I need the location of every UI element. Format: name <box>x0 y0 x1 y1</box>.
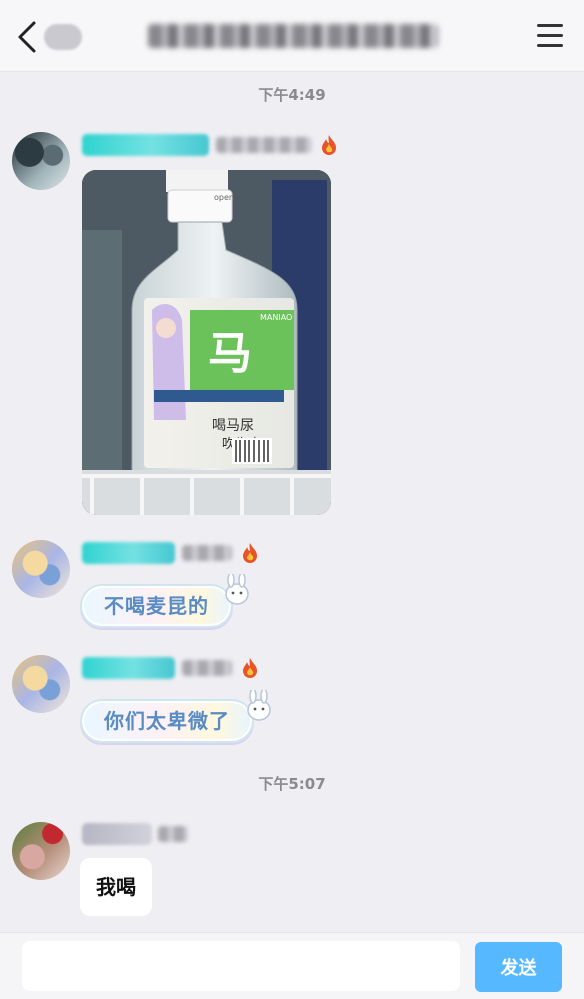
sender-name <box>158 826 188 842</box>
svg-text:MANIAO: MANIAO <box>260 313 292 322</box>
fire-icon <box>243 543 257 563</box>
bunny-icon <box>247 690 271 721</box>
fire-icon <box>243 658 257 678</box>
back-icon[interactable] <box>14 20 40 54</box>
svg-text:open: open <box>214 193 234 202</box>
fire-icon <box>322 135 336 155</box>
message-bubble[interactable]: 我喝 <box>80 858 152 916</box>
bottle-photo: open 马 MANIAO 喝马尿 吹牛皮 <box>82 170 331 515</box>
svg-text:马: 马 <box>208 328 252 379</box>
timestamp: 下午5:07 <box>258 775 326 793</box>
avatar[interactable] <box>12 655 70 713</box>
avatar[interactable] <box>12 132 70 190</box>
unread-count-badge[interactable] <box>44 24 82 50</box>
member-title-badge <box>82 823 152 845</box>
message-bubble[interactable]: 不喝麦昆的 <box>80 584 233 628</box>
chat-title <box>148 24 438 48</box>
avatar[interactable] <box>12 540 70 598</box>
menu-icon[interactable] <box>537 24 563 48</box>
chat-header <box>0 0 584 72</box>
timestamp: 下午4:49 <box>258 86 326 104</box>
message-input[interactable] <box>22 941 460 991</box>
svg-text:喝马尿: 喝马尿 <box>212 418 254 434</box>
sender-name <box>216 137 312 153</box>
member-title-badge <box>82 542 175 564</box>
image-message[interactable]: open 马 MANIAO 喝马尿 吹牛皮 <box>82 170 331 515</box>
bunny-icon <box>225 574 249 605</box>
send-button[interactable]: 发送 <box>475 942 562 992</box>
avatar[interactable] <box>12 822 70 880</box>
message-bubble[interactable]: 你们太卑微了 <box>80 699 254 743</box>
member-title-badge <box>82 134 209 156</box>
member-title-badge <box>82 657 175 679</box>
sender-name <box>182 545 232 561</box>
input-bar: 发送 <box>0 932 584 999</box>
sender-name <box>182 660 232 676</box>
